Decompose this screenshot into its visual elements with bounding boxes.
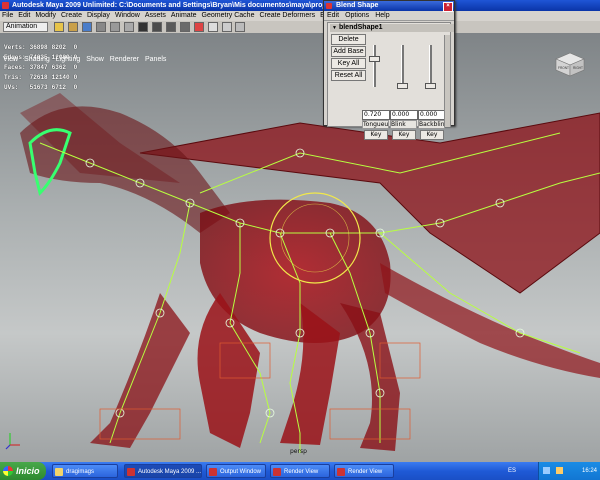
volume-icon[interactable] — [555, 466, 563, 474]
viewport-panel[interactable]: Verts: 36898 8202 0 Edges: 74635 12080 0 Faces: 3… — [0, 33, 600, 462]
key-all-button[interactable]: Key All — [331, 58, 366, 69]
menu-item-animate[interactable]: Animate — [171, 12, 197, 19]
snap-curve-icon[interactable] — [165, 22, 176, 32]
blend-shape-window-icon — [326, 3, 332, 9]
taskbar-item[interactable]: Render View — [270, 464, 330, 478]
select-hierarchy-icon[interactable] — [95, 22, 106, 32]
blend-shape-title: Blend Shape — [336, 2, 379, 9]
menu-item-geometry-cache[interactable]: Geometry Cache — [202, 12, 255, 19]
menu-item-file[interactable]: File — [2, 12, 13, 19]
taskbar-item[interactable]: Output Window — [206, 464, 266, 478]
windows-flag-icon — [3, 466, 13, 476]
blend-shape-node-header[interactable]: ▼ blendShape1 — [330, 24, 454, 32]
open-scene-icon[interactable] — [68, 22, 79, 32]
menu-item-assets[interactable]: Assets — [145, 12, 166, 19]
target-name: Tongueup — [362, 120, 389, 129]
viewcube-right-label[interactable]: RIGHT — [573, 66, 583, 70]
maya-icon — [127, 468, 135, 476]
target-slider-track[interactable] — [425, 45, 436, 89]
blend-shape-node-name: blendShape1 — [338, 24, 383, 31]
menu-item-create[interactable]: Create — [61, 12, 82, 19]
target-slider-track[interactable] — [397, 45, 408, 89]
maya-title-text: Autodesk Maya 2009 Unlimited: C:\Documen… — [12, 2, 373, 9]
new-scene-icon[interactable] — [54, 22, 65, 32]
maya-title-bar: Autodesk Maya 2009 Unlimited: C:\Documen… — [0, 0, 600, 11]
select-object-icon[interactable] — [109, 22, 120, 32]
taskbar-item-label: Output Window — [220, 469, 262, 475]
target-weight-field[interactable]: 0.000 — [390, 110, 418, 120]
taskbar-item-label: Render View — [348, 469, 383, 475]
history-icon[interactable] — [193, 22, 204, 32]
taskbar-item[interactable]: dragimags — [52, 464, 118, 478]
taskbar-item-active[interactable]: Autodesk Maya 2009 ... — [124, 464, 202, 478]
language-indicator[interactable]: ES — [508, 462, 516, 480]
blend-shape-body: ▼ blendShape1 Delete Add Base Key All Res… — [327, 22, 454, 140]
save-scene-icon[interactable] — [82, 22, 92, 32]
menu-item-display[interactable]: Display — [87, 12, 110, 19]
menu-set-dropdown[interactable]: Animation — [3, 22, 49, 32]
menu-item-edit[interactable]: Edit — [18, 12, 30, 19]
target-key-button[interactable]: Key — [364, 130, 388, 140]
maya-icon — [209, 468, 217, 476]
blend-shape-menu-options[interactable]: Options — [345, 12, 369, 19]
target-slider-knob[interactable] — [369, 55, 380, 62]
blend-shape-window[interactable]: Blend Shape × Edit Options Help ▼ blendShap… — [323, 0, 455, 140]
target-key-button[interactable]: Key — [392, 130, 416, 140]
menu-item-window[interactable]: Window — [115, 12, 140, 19]
snap-point-icon[interactable] — [179, 22, 190, 32]
maya-app-icon — [2, 2, 9, 9]
target-slider-knob[interactable] — [397, 83, 408, 89]
ipr-render-icon[interactable] — [221, 22, 232, 32]
blend-shape-scrollbar[interactable] — [444, 35, 450, 127]
mask-icon[interactable] — [137, 22, 148, 32]
close-icon[interactable]: × — [443, 2, 453, 12]
menu-item-create-deformers[interactable]: Create Deformers — [259, 12, 315, 19]
taskbar-item-label: Render View — [284, 469, 319, 475]
delete-button[interactable]: Delete — [331, 34, 366, 45]
taskbar-item[interactable]: Render View — [334, 464, 394, 478]
system-tray: 16:24 — [538, 462, 600, 480]
maya-icon — [273, 468, 281, 476]
collapse-triangle-icon[interactable]: ▼ — [332, 25, 337, 31]
camera-label: persp — [290, 448, 307, 455]
target-slider-track[interactable] — [369, 45, 380, 87]
blend-shape-menu-bar: Edit Options Help — [324, 11, 454, 21]
target-key-button[interactable]: Key — [420, 130, 444, 140]
render-settings-icon[interactable] — [235, 22, 246, 32]
target-slider-knob[interactable] — [425, 83, 436, 89]
render-icon[interactable] — [207, 22, 218, 32]
taskbar-item-label: dragimags — [66, 469, 95, 475]
start-button[interactable]: Inicio — [0, 462, 46, 480]
reset-all-button[interactable]: Reset All — [331, 70, 366, 81]
viewcube[interactable]: FRONT RIGHT — [550, 49, 588, 77]
target-name: Blink — [390, 120, 417, 129]
blend-shape-menu-edit[interactable]: Edit — [327, 12, 339, 19]
viewcube-front-label[interactable]: FRONT — [558, 66, 569, 70]
folder-icon — [55, 468, 63, 476]
dragon-model-scene[interactable] — [0, 33, 600, 462]
dragon-tail — [380, 263, 600, 378]
maya-icon — [337, 468, 345, 476]
axis-gizmo — [5, 433, 20, 450]
menu-item-modify[interactable]: Modify — [35, 12, 56, 19]
front-leg-2 — [90, 293, 190, 448]
network-icon[interactable] — [543, 466, 550, 474]
select-component-icon[interactable] — [123, 22, 134, 32]
add-base-button[interactable]: Add Base — [331, 46, 366, 57]
blend-shape-title-bar[interactable]: Blend Shape × — [324, 1, 454, 12]
dragon-head — [20, 106, 230, 233]
clock: 16:24 — [581, 468, 597, 474]
target-weight-field[interactable]: 0.000 — [418, 110, 446, 120]
blend-shape-menu-help[interactable]: Help — [375, 12, 389, 19]
snap-grid-icon[interactable] — [151, 22, 162, 32]
maya-menu-bar: File Edit Modify Create Display Window Assets A… — [0, 11, 600, 21]
target-name: Backblink — [418, 120, 445, 129]
taskbar-item-label: Autodesk Maya 2009 ... — [138, 469, 202, 475]
target-weight-field[interactable]: 0.720 — [362, 110, 390, 120]
start-label: Inicio — [16, 466, 40, 476]
windows-taskbar: Inicio dragimags Autodesk Maya 2009 ... … — [0, 462, 600, 480]
